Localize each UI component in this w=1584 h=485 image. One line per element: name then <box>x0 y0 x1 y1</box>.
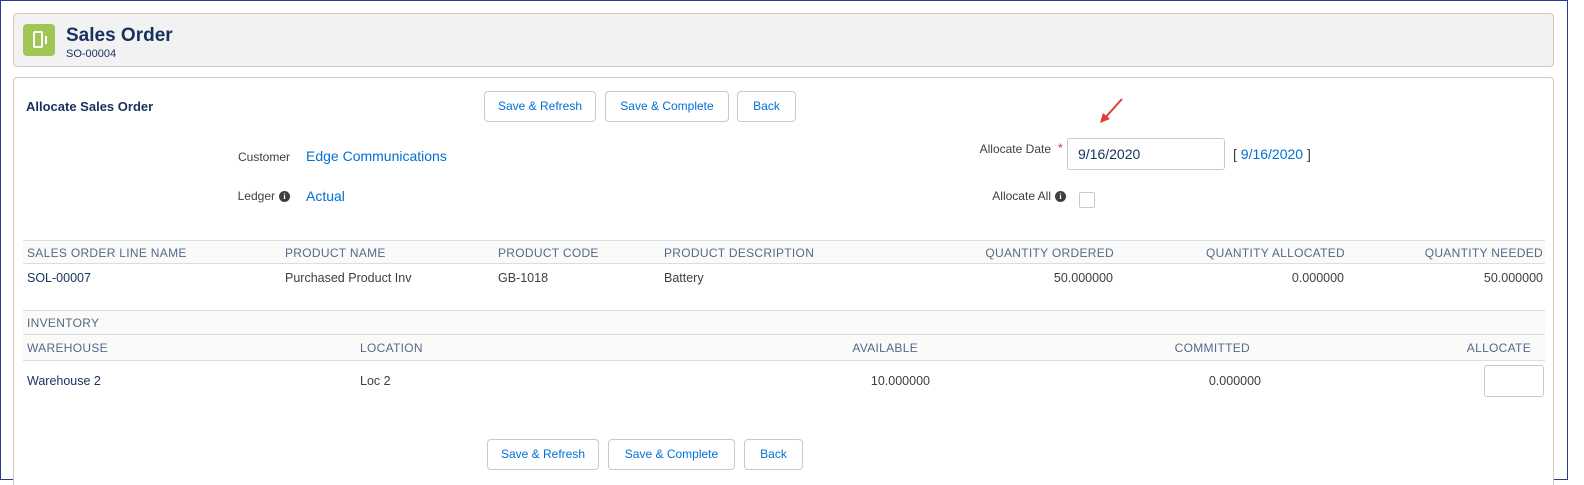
line-table-header: SALES ORDER LINE NAME PRODUCT NAME PRODU… <box>23 240 1545 264</box>
col-quantity-allocated[interactable]: QUANTITY ALLOCATED <box>1206 246 1345 260</box>
bracket-open: [ <box>1233 146 1237 162</box>
col-product-description[interactable]: PRODUCT DESCRIPTION <box>664 246 814 260</box>
annotation-arrow-icon <box>1100 98 1123 123</box>
committed-cell: 0.000000 <box>1208 374 1261 388</box>
col-location[interactable]: LOCATION <box>360 341 423 355</box>
col-quantity-needed[interactable]: QUANTITY NEEDED <box>1425 246 1543 260</box>
customer-label: Customer <box>237 150 290 164</box>
product-code-cell: GB-1018 <box>498 271 549 285</box>
info-icon[interactable]: i <box>279 191 290 202</box>
col-product-code[interactable]: PRODUCT CODE <box>498 246 599 260</box>
col-sales-order-line-name[interactable]: SALES ORDER LINE NAME <box>27 246 187 260</box>
back-button-top[interactable]: Back <box>737 91 796 122</box>
section-title: Allocate Sales Order <box>26 99 154 114</box>
quantity-ordered-cell: 50.000000 <box>1053 271 1113 285</box>
inventory-title: INVENTORY <box>27 316 100 330</box>
allocate-date-input[interactable]: 9/16/2020 <box>1067 138 1225 170</box>
line-name-cell[interactable]: SOL-00007 <box>27 271 91 285</box>
available-cell: 10.000000 <box>870 374 930 388</box>
product-name-cell: Purchased Product Inv <box>285 271 412 285</box>
today-date-value[interactable]: 9/16/2020 <box>1241 146 1303 162</box>
record-number: SO-00004 <box>66 48 117 60</box>
inventory-table-header: WAREHOUSE LOCATION AVAILABLE COMMITTED A… <box>23 334 1545 361</box>
save-complete-button-bottom[interactable]: Save & Complete <box>608 439 735 470</box>
bracket-close: ] <box>1306 146 1311 162</box>
col-allocate[interactable]: ALLOCATE <box>1467 341 1531 355</box>
allocate-panel: Allocate Sales Order Save & Refresh Save… <box>13 77 1554 485</box>
col-product-name[interactable]: PRODUCT NAME <box>285 246 386 260</box>
info-icon[interactable]: i <box>1055 191 1066 202</box>
col-committed[interactable]: COMMITTED <box>1175 341 1250 355</box>
allocate-all-label-text: Allocate All <box>992 189 1051 203</box>
quantity-needed-cell: 50.000000 <box>1483 271 1543 285</box>
phone-icon <box>23 24 55 56</box>
ledger-label-text: Ledger <box>237 189 275 203</box>
warehouse-cell[interactable]: Warehouse 2 <box>27 374 101 388</box>
page-title: Sales Order <box>66 25 173 46</box>
ledger-link[interactable]: Actual <box>306 188 345 204</box>
inventory-title-band: INVENTORY <box>23 310 1545 334</box>
product-description-cell: Battery <box>664 271 704 285</box>
quantity-allocated-cell: 0.000000 <box>1291 271 1344 285</box>
window-frame: Sales Order SO-00004 Allocate Sales Orde… <box>0 0 1568 485</box>
page-header: Sales Order SO-00004 <box>13 13 1554 67</box>
back-button-bottom[interactable]: Back <box>744 439 803 470</box>
required-marker: * <box>1058 141 1063 155</box>
save-refresh-button-bottom[interactable]: Save & Refresh <box>487 439 599 470</box>
allocate-quantity-input[interactable] <box>1484 365 1544 397</box>
col-quantity-ordered[interactable]: QUANTITY ORDERED <box>985 246 1114 260</box>
col-available[interactable]: AVAILABLE <box>852 341 918 355</box>
location-cell: Loc 2 <box>360 374 391 388</box>
allocate-all-label: Allocate All i <box>954 189 1066 203</box>
save-complete-button-top[interactable]: Save & Complete <box>605 91 729 122</box>
today-date-link[interactable]: [ 9/16/2020 ] <box>1233 146 1311 162</box>
customer-link[interactable]: Edge Communications <box>306 148 447 164</box>
allocate-all-checkbox[interactable] <box>1079 192 1095 208</box>
allocate-date-label: Allocate Date <box>979 142 1051 156</box>
col-warehouse[interactable]: WAREHOUSE <box>27 341 108 355</box>
save-refresh-button-top[interactable]: Save & Refresh <box>484 91 596 122</box>
ledger-label: Ledger i <box>214 189 290 203</box>
